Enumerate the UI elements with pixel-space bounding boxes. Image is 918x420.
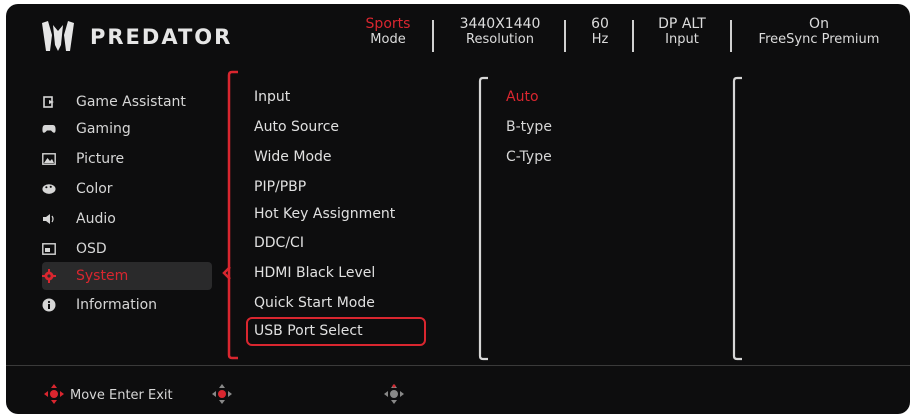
palette-icon (42, 182, 56, 196)
sidebar-item-gaming[interactable]: Gaming (42, 115, 212, 143)
stat-freesync: On FreeSync Premium (744, 16, 894, 48)
sidebar-item-label: System (76, 268, 129, 284)
joystick-move-icon (44, 384, 64, 404)
stat-resolution-label: Resolution (466, 32, 534, 47)
sidebar-item-system[interactable]: System (42, 262, 212, 290)
menu-item-input[interactable]: Input (254, 86, 290, 108)
menu-item-hot-key-assignment[interactable]: Hot Key Assignment (254, 203, 395, 225)
menu-item-wide-mode[interactable]: Wide Mode (254, 146, 332, 168)
suboptions-bracket (732, 76, 742, 361)
speaker-icon (42, 212, 56, 226)
sidebar-item-information[interactable]: Information (42, 291, 212, 319)
brand: PREDATOR (40, 21, 232, 53)
gear-icon (42, 269, 56, 283)
stat-input-value: DP ALT (658, 16, 706, 32)
osd-header: PREDATOR Sports Mode 3440X1440 Resolutio… (6, 4, 910, 74)
sidebar-item-osd[interactable]: OSD (42, 235, 212, 263)
menu-item-quick-start-mode[interactable]: Quick Start Mode (254, 292, 375, 314)
osd-panel: PREDATOR Sports Mode 3440X1440 Resolutio… (6, 4, 910, 414)
header-divider (632, 20, 634, 52)
gamepad-icon (42, 122, 56, 136)
options-bracket (478, 76, 488, 361)
brand-name: PREDATOR (90, 25, 233, 49)
menu-item-pip-pbp[interactable]: PIP/PBP (254, 176, 306, 198)
sidebar-item-label: OSD (76, 241, 107, 257)
stat-refresh-value: 60 (591, 16, 609, 32)
stat-refresh-label: Hz (591, 32, 609, 47)
sidebar-item-label: Color (76, 181, 113, 197)
stat-input: DP ALT Input (644, 16, 720, 48)
stat-refresh: 60 Hz (578, 16, 622, 48)
option-b-type[interactable]: B-type (506, 116, 552, 138)
info-icon (42, 298, 56, 312)
sidebar-item-label: Information (76, 297, 158, 313)
sidebar-item-game-assistant[interactable]: Game Assistant (42, 88, 212, 116)
stat-mode-value: Sports (365, 16, 411, 32)
sidebar-item-picture[interactable]: Picture (42, 145, 212, 173)
menu-item-usb-port-select[interactable]: USB Port Select (254, 320, 363, 342)
menu-item-ddc-ci[interactable]: DDC/CI (254, 232, 304, 254)
option-auto[interactable]: Auto (506, 86, 539, 108)
osd-icon (42, 242, 56, 256)
header-divider (564, 20, 566, 52)
joystick-enter-icon (212, 384, 232, 404)
sidebar-item-label: Picture (76, 151, 125, 167)
sidebar-item-color[interactable]: Color (42, 175, 212, 203)
stat-freesync-value: On (809, 16, 829, 32)
sidebar-item-label: Gaming (76, 121, 131, 137)
option-c-type[interactable]: C-Type (506, 146, 552, 168)
predator-logo-icon (42, 21, 74, 51)
stat-resolution-value: 3440X1440 (459, 16, 541, 32)
sidebar-item-label: Game Assistant (76, 94, 186, 110)
game-assistant-icon (42, 95, 56, 109)
footer-hint: Move Enter Exit (70, 388, 173, 403)
stat-resolution: 3440X1440 Resolution (444, 16, 556, 48)
picture-icon (42, 152, 56, 166)
header-divider (432, 20, 434, 52)
menu-item-auto-source[interactable]: Auto Source (254, 116, 339, 138)
sidebar-item-label: Audio (76, 211, 116, 227)
stat-freesync-label: FreeSync Premium (758, 32, 880, 47)
menu-item-hdmi-black-level[interactable]: HDMI Black Level (254, 262, 375, 284)
stat-mode: Sports Mode (352, 16, 424, 48)
stat-mode-label: Mode (370, 32, 406, 47)
joystick-exit-icon (384, 384, 404, 404)
header-divider (730, 20, 732, 52)
footer-divider (6, 365, 910, 366)
sidebar-item-audio[interactable]: Audio (42, 205, 212, 233)
menu-bracket (222, 70, 238, 360)
stat-input-label: Input (665, 32, 699, 47)
